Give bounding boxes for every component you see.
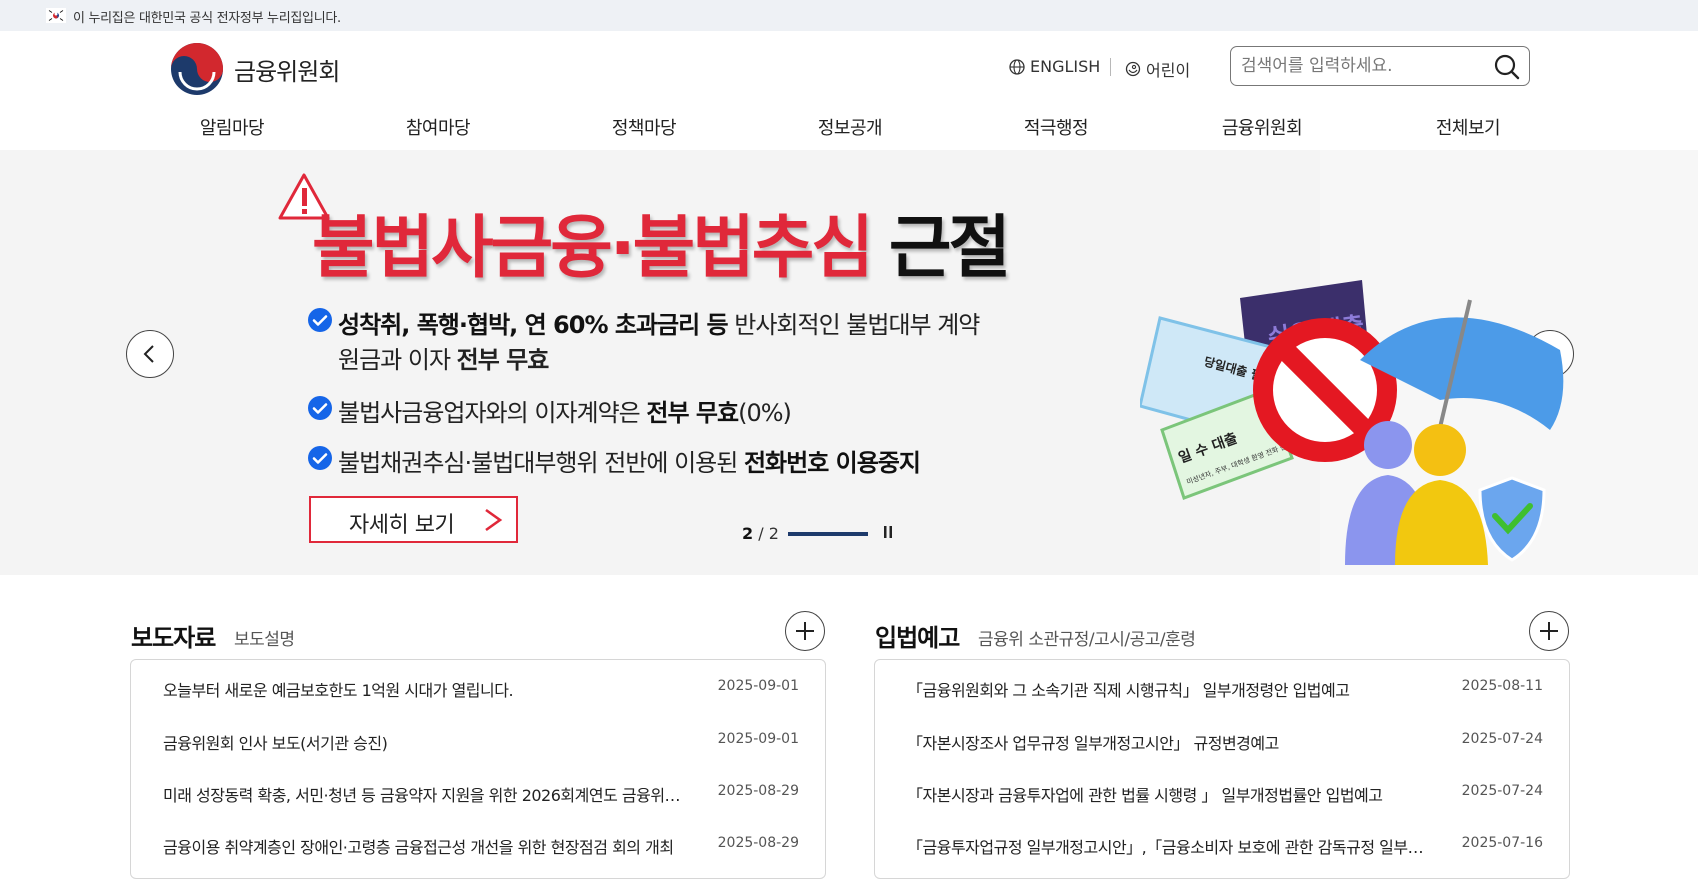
people-icon xyxy=(1345,421,1488,565)
util-divider xyxy=(1110,58,1111,76)
kids-link[interactable]: 어린이 xyxy=(1125,57,1190,81)
press-row-title[interactable]: 오늘부터 새로운 예금보호한도 1억원 시대가 열립니다. xyxy=(163,677,683,701)
main-banner: 불법사금융·불법추심 근절 성착취, 폭행·협박, 연 60% 초과금리 등 반사… xyxy=(0,150,1698,575)
legislation-row[interactable]: 「자본시장과 금융투자업에 관한 법률 시행령 」 일부개정법률안 입법예고 20… xyxy=(907,782,1543,808)
press-panel-title[interactable]: 보도자료 xyxy=(131,618,216,653)
gnb-item-sitemap[interactable]: 전체보기 xyxy=(1436,114,1501,140)
legislation-list: 「금융위원회와 그 소속기관 직제 시행규칙」 일부개정령안 입법예고 2025-… xyxy=(874,659,1570,879)
pause-icon xyxy=(884,526,892,538)
bullet-2-bold: 전부 무효 xyxy=(646,399,739,427)
press-row[interactable]: 금융이용 취약계층인 장애인·고령층 금융접근성 개선을 위한 현장점검 회의 … xyxy=(163,834,799,860)
banner-bullet-1-line2: 원금과 이자 전부 무효 xyxy=(338,340,550,375)
search-input[interactable] xyxy=(1241,52,1481,80)
press-row-date: 2025-09-01 xyxy=(717,678,799,694)
legislation-row-title[interactable]: 「금융투자업규정 일부개정고시안」,「금융소비자 보호에 관한 감독규정 일부개… xyxy=(907,834,1427,858)
chevron-left-icon xyxy=(143,345,154,363)
legislation-row-date: 2025-07-24 xyxy=(1461,731,1543,747)
main-navigation: 알림마당 참여마당 정책마당 정보공개 적극행정 금융위원회 전체보기 xyxy=(0,104,1698,150)
legislation-row[interactable]: 「금융위원회와 그 소속기관 직제 시행규칙」 일부개정령안 입법예고 2025-… xyxy=(907,677,1543,703)
gnb-item-policy[interactable]: 정책마당 xyxy=(612,114,677,140)
check-circle-icon xyxy=(308,308,332,332)
globe-icon xyxy=(1009,58,1025,75)
detail-button-label: 자세히 보기 xyxy=(349,513,455,538)
search-button[interactable] xyxy=(1493,53,1521,81)
bullet-1-bold2: 전부 무효 xyxy=(456,346,550,374)
legislation-row[interactable]: 「금융투자업규정 일부개정고시안」,「금융소비자 보호에 관한 감독규정 일부개… xyxy=(907,834,1543,860)
press-row-title[interactable]: 금융이용 취약계층인 장애인·고령층 금융접근성 개선을 위한 현장점검 회의 … xyxy=(163,834,683,858)
shield-check-icon xyxy=(1478,476,1546,562)
banner-pager: 2 / 2 xyxy=(742,524,779,543)
press-panel-subtitle[interactable]: 보도설명 xyxy=(234,625,295,650)
banner-headline: 불법사금융·불법추심 근절 xyxy=(312,192,1011,291)
legislation-more-button[interactable] xyxy=(1529,611,1569,651)
bullet-3-bold: 전화번호 이용중지 xyxy=(743,449,921,477)
banner-illustration: 쉬운 대출 당일대출 필요하신 분 찾습니다 일 수 대출 미성년자, 주부, … xyxy=(1140,280,1564,565)
bullet-2-text: 불법사금융업자와의 이자계약은 xyxy=(338,399,647,427)
legislation-panel-title[interactable]: 입법예고 xyxy=(875,618,960,653)
press-list: 오늘부터 새로운 예금보호한도 1억원 시대가 열립니다. 2025-09-01 … xyxy=(130,659,826,879)
legislation-row-title[interactable]: 「자본시장조사 업무규정 일부개정고시안」 규정변경예고 xyxy=(907,730,1427,754)
legislation-row-date: 2025-07-24 xyxy=(1461,783,1543,799)
legislation-panel-subtitle[interactable]: 금융위 소관규정/고시/공고/훈령 xyxy=(978,625,1196,650)
pager-current: 2 xyxy=(742,524,754,543)
banner-pause-button[interactable] xyxy=(880,523,896,541)
bullet-3-text: 불법채권추심·불법대부행위 전반에 이용된 xyxy=(338,449,744,477)
bullet-1-bold: 성착취, 폭행·협박, 연 60% 초과금리 등 xyxy=(338,311,729,339)
press-row-date: 2025-08-29 xyxy=(717,783,799,799)
plus-icon xyxy=(1540,622,1558,640)
headline-red: 불법사금융·불법추심 xyxy=(312,209,874,288)
search-box xyxy=(1230,46,1530,86)
press-more-button[interactable] xyxy=(785,611,825,651)
bullet-1-text2: 원금과 이자 xyxy=(338,346,457,374)
english-link[interactable]: ENGLISH xyxy=(1009,57,1100,76)
headline-black: 근절 xyxy=(888,209,1011,288)
korea-flag-icon xyxy=(46,8,66,23)
gnb-item-disclosure[interactable]: 정보공개 xyxy=(818,114,883,140)
gnb-item-participation[interactable]: 참여마당 xyxy=(406,114,471,140)
chevron-right-icon xyxy=(485,508,503,532)
kids-label: 어린이 xyxy=(1146,61,1191,80)
bullet-1-text: 반사회적인 불법대부 계약 xyxy=(727,311,980,339)
gov-notice-bar: 이 누리집은 대한민국 공식 전자정부 누리집입니다. xyxy=(0,0,1698,31)
legislation-row-date: 2025-07-16 xyxy=(1461,835,1543,851)
gnb-item-proactive[interactable]: 적극행정 xyxy=(1024,114,1089,140)
check-circle-icon xyxy=(308,396,332,420)
fsc-logo-icon[interactable] xyxy=(170,42,224,96)
site-title[interactable]: 금융위원회 xyxy=(234,52,340,87)
search-icon xyxy=(1494,54,1520,80)
press-row[interactable]: 오늘부터 새로운 예금보호한도 1억원 시대가 열립니다. 2025-09-01 xyxy=(163,677,799,703)
english-label: ENGLISH xyxy=(1030,57,1101,76)
check-circle-icon xyxy=(308,446,332,470)
gnb-item-about[interactable]: 금융위원회 xyxy=(1222,114,1303,140)
press-row-date: 2025-08-29 xyxy=(717,835,799,851)
bullet-2-suffix: (0%) xyxy=(738,399,792,427)
kids-icon xyxy=(1125,61,1141,77)
press-row-date: 2025-09-01 xyxy=(717,731,799,747)
legislation-row[interactable]: 「자본시장조사 업무규정 일부개정고시안」 규정변경예고 2025-07-24 xyxy=(907,730,1543,756)
press-row-title[interactable]: 금융위원회 인사 보도(서기관 승진) xyxy=(163,730,683,754)
gnb-item-notice[interactable]: 알림마당 xyxy=(200,114,265,140)
banner-progress-bar xyxy=(788,532,868,536)
press-row[interactable]: 미래 성장동력 확충, 서민·청년 등 금융약자 지원을 위한 2026회계연도… xyxy=(163,782,799,808)
plus-icon xyxy=(796,622,814,640)
legislation-row-title[interactable]: 「자본시장과 금융투자업에 관한 법률 시행령 」 일부개정법률안 입법예고 xyxy=(907,782,1427,806)
banner-prev-button[interactable] xyxy=(126,330,174,378)
pager-total: / 2 xyxy=(758,524,779,543)
legislation-row-date: 2025-08-11 xyxy=(1461,678,1543,694)
press-row-title[interactable]: 미래 성장동력 확충, 서민·청년 등 금융약자 지원을 위한 2026회계연도… xyxy=(163,782,683,806)
press-row[interactable]: 금융위원회 인사 보도(서기관 승진) 2025-09-01 xyxy=(163,730,799,756)
banner-detail-button[interactable]: 자세히 보기 xyxy=(309,496,518,543)
legislation-row-title[interactable]: 「금융위원회와 그 소속기관 직제 시행규칙」 일부개정령안 입법예고 xyxy=(907,677,1427,701)
gov-notice-text: 이 누리집은 대한민국 공식 전자정부 누리집입니다. xyxy=(73,11,341,26)
